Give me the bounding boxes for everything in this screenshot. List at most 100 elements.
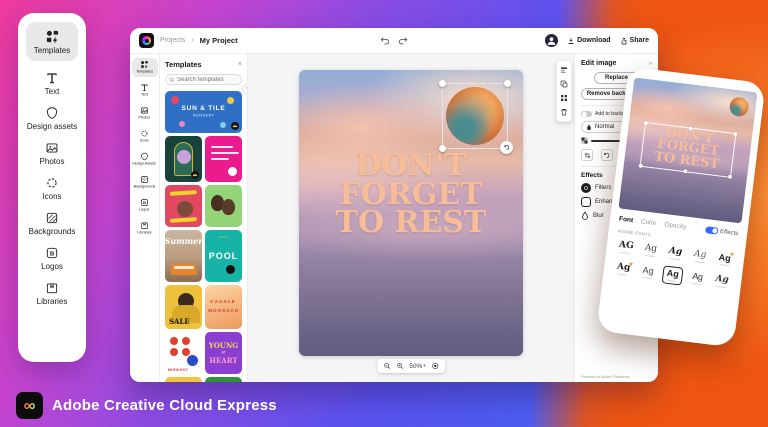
tab-color[interactable]: Color [641,218,657,227]
tab-font[interactable]: Font [619,216,634,225]
template-card[interactable]: SUN & TILE NURSERY [165,91,242,133]
font-tile[interactable]: Ag [688,246,711,266]
blend-icon [586,123,592,131]
rail-item-design-assets[interactable]: Design Assets [132,150,158,169]
breadcrumb-project-name[interactable]: My Project [200,36,238,45]
card-art [211,146,233,148]
template-card[interactable]: CASALE MOSSACK [205,285,242,329]
rail-item-templates[interactable]: Templates [131,58,158,77]
adobe-express-logo-icon[interactable] [139,33,154,48]
template-card[interactable] [205,136,242,182]
template-card[interactable] [165,136,202,182]
template-title: Summer [165,236,202,246]
template-card[interactable]: BIG [165,377,202,382]
sidebar-item-backgrounds[interactable]: Backgrounds [29,211,75,236]
font-sample: Ag [616,261,631,273]
font-sample: Ag [642,264,655,276]
search-input[interactable] [177,76,237,83]
fit-screen-icon[interactable] [431,362,439,370]
font-tile[interactable]: Ag [713,249,736,269]
layout-icon[interactable] [560,66,568,74]
selection-handle[interactable] [439,145,446,152]
font-tile-selected[interactable]: Ag [661,265,685,286]
font-sample: Ag [668,245,683,258]
selected-moon-element[interactable] [439,80,513,154]
edit-image-title: Edit image [581,60,617,67]
design-assets-icon [140,152,149,161]
enhancements-icon [581,197,591,207]
rotate-icon[interactable] [600,149,613,161]
rail-item-backgrounds[interactable]: Backgrounds [132,173,158,192]
rail-item-libraries[interactable]: Libraries [132,219,158,238]
font-tile[interactable]: Ag [639,240,662,260]
rail-item-logos[interactable]: B Logos [132,196,158,215]
delete-icon[interactable] [560,108,568,116]
card-art [170,337,178,345]
backgrounds-icon [45,211,59,225]
user-avatar[interactable] [545,34,559,47]
font-tile[interactable]: Ag [710,271,733,291]
selection-handle[interactable] [688,126,693,131]
card-art [169,217,198,223]
font-tile[interactable]: Ag [686,268,709,288]
breadcrumb-projects[interactable]: Projects [160,37,185,44]
rail-item-label: Design Assets [132,162,157,166]
selection-handle[interactable] [504,80,511,87]
sidebar-item-text[interactable]: Text [45,71,59,96]
template-card[interactable] [165,185,202,227]
filters-icon [581,183,591,193]
duplicate-icon[interactable] [560,80,568,88]
templates-icon [140,60,149,69]
template-card[interactable]: SALE [165,285,202,329]
tab-opacity[interactable]: Opacity [664,221,687,231]
rail-item-photos[interactable]: Photos [132,104,158,123]
panel-collapse-icon[interactable]: » [649,61,652,67]
editor-window: Projects › My Project Download Share Tem… [130,28,658,382]
sidebar-item-icons[interactable]: Icons [42,176,62,201]
sidebar-item-libraries[interactable]: Libraries [37,281,67,306]
sidebar-item-design-assets[interactable]: Design assets [27,106,77,131]
rail-item-icons[interactable]: Icons [132,127,158,146]
sidebar-item-photos[interactable]: Photos [40,141,64,166]
redo-icon[interactable] [398,36,408,45]
font-tile[interactable]: Ag [664,243,687,263]
artwork[interactable]: DON'T FORGET TO REST [299,70,523,356]
blur-icon [581,211,589,221]
rail-item-text[interactable]: Text [132,81,158,100]
zoom-in-icon[interactable] [396,362,404,370]
font-tile[interactable]: Ag [612,259,635,279]
template-search[interactable] [165,74,242,85]
font-sample: Ag [714,273,730,286]
download-button[interactable]: Download [567,37,611,45]
artwork-text[interactable]: DON'T FORGET TO REST [299,151,523,238]
template-card[interactable]: party POOL [205,230,242,282]
share-button[interactable]: Share [620,37,649,45]
sidebar-item-templates[interactable]: Templates [26,22,78,61]
opacity-icon [581,137,588,144]
zoom-level-dropdown[interactable]: 50% ▾ [409,363,426,370]
font-grid: AG Ag Ag Ag Ag Ag Ag Ag Ag Ag [612,237,736,291]
add-to-background-toggle[interactable] [581,111,592,117]
sidebar-item-logos[interactable]: B Logos [41,246,63,271]
align-grid-icon[interactable] [560,94,568,102]
font-tile[interactable]: AG [615,237,638,257]
selection-handle[interactable] [439,80,446,87]
download-label: Download [577,37,611,44]
undo-icon[interactable] [380,36,390,45]
template-card[interactable] [205,185,242,227]
font-tile[interactable]: Ag [637,262,660,282]
template-card[interactable]: JUICEMENU [205,377,242,382]
selection-handle[interactable] [643,120,649,126]
template-card[interactable]: Summer [165,230,202,282]
font-sample: Ag [693,248,707,261]
infinity-glyph: ∞ [23,396,36,415]
premium-crown-icon [191,171,199,179]
caret-down-icon: ▾ [423,363,426,369]
template-card[interactable]: MIDNIGHT [165,332,202,374]
close-icon[interactable]: × [238,61,242,68]
effects-toggle[interactable]: Effects [704,226,739,237]
zoom-out-icon[interactable] [383,362,391,370]
template-card[interactable]: YOUNG AT HEART [205,332,242,374]
crop-icon[interactable] [581,149,593,161]
rotate-handle-icon[interactable] [500,141,513,154]
